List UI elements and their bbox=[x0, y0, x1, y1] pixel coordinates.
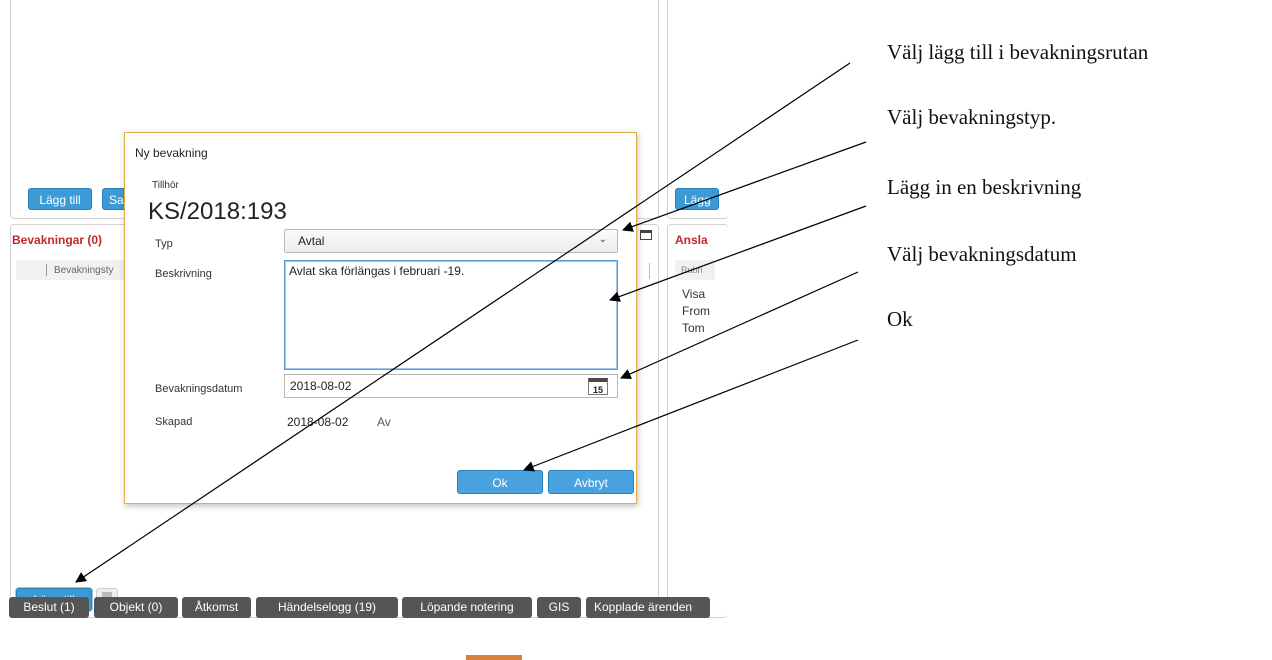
annotation-add: Välj lägg till i bevakningsrutan bbox=[887, 40, 1149, 64]
column-header-type: Bevakningsty bbox=[54, 265, 114, 276]
tab-objekt[interactable]: Objekt (0) bbox=[94, 597, 178, 618]
created-label: Skapad bbox=[155, 416, 193, 428]
type-select-value: Avtal bbox=[298, 234, 325, 248]
calendar-icon[interactable]: 15 bbox=[588, 378, 608, 395]
right-row-from: From bbox=[682, 304, 710, 318]
right-row-tom: Tom bbox=[682, 321, 705, 335]
right-panel-bottom bbox=[667, 224, 728, 618]
annotation-type: Välj bevakningstyp. bbox=[887, 105, 1057, 129]
annotation-ok: Ok bbox=[887, 307, 913, 331]
tab-kopplade-arenden[interactable]: Kopplade ärenden bbox=[586, 597, 710, 618]
tab-lopande-notering[interactable]: Löpande notering bbox=[402, 597, 532, 618]
chevron-down-icon: ⌄ bbox=[598, 234, 607, 245]
ok-button[interactable]: Ok bbox=[457, 470, 543, 494]
tab-active-indicator bbox=[466, 655, 522, 660]
created-value: 2018-08-02 bbox=[287, 415, 349, 429]
right-row-visa: Visa bbox=[682, 287, 706, 301]
arrow-type bbox=[621, 141, 867, 232]
calendar-day: 15 bbox=[592, 385, 603, 395]
annotation-description: Lägg in en beskrivning bbox=[887, 175, 1082, 199]
description-textarea[interactable]: Avlat ska förlängas i februari -19. bbox=[284, 260, 618, 370]
right-panel-top bbox=[667, 0, 728, 219]
column-divider bbox=[46, 264, 47, 276]
tab-atkomst[interactable]: Åtkomst bbox=[182, 597, 251, 618]
date-input-value: 2018-08-02 bbox=[290, 379, 352, 393]
type-label: Typ bbox=[155, 238, 173, 250]
section-title-bevakningar: Bevakningar (0) bbox=[12, 233, 103, 247]
right-column-header-text: Rubri bbox=[681, 265, 703, 275]
description-label: Beskrivning bbox=[155, 268, 212, 280]
by-label: Av bbox=[377, 415, 391, 429]
cancel-button[interactable]: Avbryt bbox=[548, 470, 634, 494]
scroll-indicator bbox=[649, 263, 650, 279]
add-button-top[interactable]: Lägg till bbox=[28, 188, 92, 210]
belongs-label: Tillhör bbox=[152, 180, 179, 191]
section-title-anslag: Ansla bbox=[675, 233, 708, 247]
dialog-title: Ny bevakning bbox=[135, 146, 208, 160]
maximize-icon[interactable] bbox=[640, 230, 652, 240]
annotation-date: Välj bevakningsdatum bbox=[887, 242, 1077, 266]
tab-gis[interactable]: GIS bbox=[537, 597, 581, 618]
case-number: KS/2018:193 bbox=[148, 198, 287, 225]
tab-beslut[interactable]: Beslut (1) bbox=[9, 597, 89, 618]
right-add-button-partial[interactable]: Lägg bbox=[675, 188, 719, 210]
type-select[interactable]: Avtal ⌄ bbox=[284, 229, 618, 253]
date-label: Bevakningsdatum bbox=[155, 383, 243, 395]
description-text: Avlat ska förlängas i februari -19. bbox=[289, 264, 465, 278]
date-input[interactable]: 2018-08-02 15 bbox=[284, 374, 618, 398]
tab-handelselogg[interactable]: Händelselogg (19) bbox=[256, 597, 398, 618]
